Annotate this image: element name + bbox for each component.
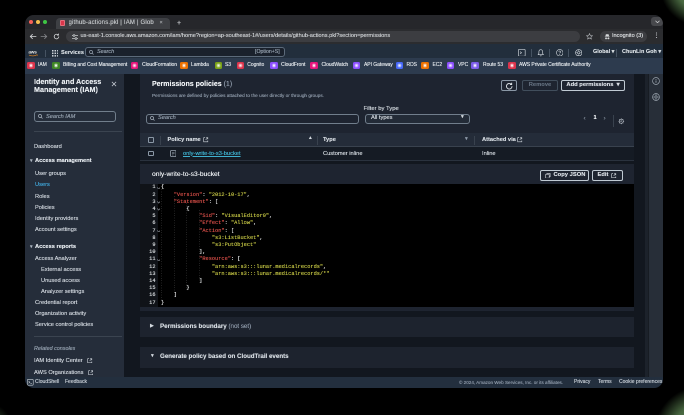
svg-text:aws: aws — [28, 49, 37, 54]
